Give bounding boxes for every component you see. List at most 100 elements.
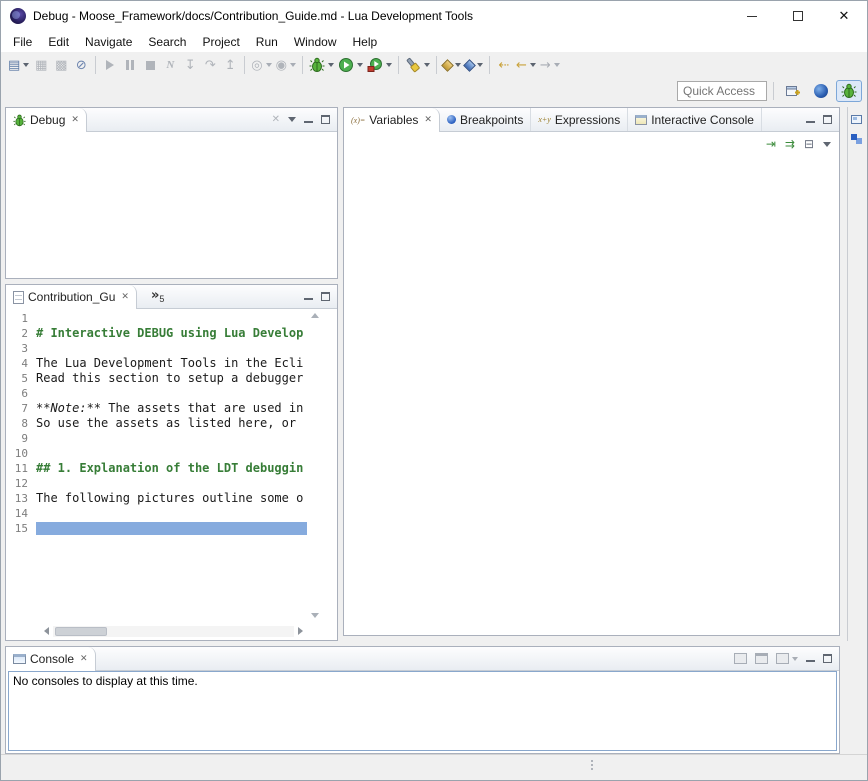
menu-navigate[interactable]: Navigate <box>77 33 140 51</box>
tab-variables[interactable]: (x)= Variables ✕ <box>344 108 440 132</box>
terminate-button[interactable] <box>140 54 160 76</box>
line-number[interactable]: 6 <box>6 387 36 400</box>
tab-close-icon[interactable]: ✕ <box>424 115 432 125</box>
step-into-button[interactable]: ↧ <box>180 54 200 76</box>
new-button[interactable]: ▤ <box>6 54 31 76</box>
hscroll-thumb[interactable] <box>55 627 107 636</box>
open-perspective-button[interactable] <box>780 80 806 102</box>
remove-terminated-icon[interactable]: ✕ <box>272 114 280 125</box>
run-button[interactable] <box>336 54 365 76</box>
tab-console[interactable]: Console ✕ <box>6 647 96 671</box>
line-number[interactable]: 14 <box>6 507 36 520</box>
line-number[interactable]: 8 <box>6 417 36 430</box>
pin-console-icon[interactable] <box>734 653 747 664</box>
lua-perspective-button[interactable] <box>808 80 834 102</box>
search-button[interactable] <box>403 54 432 76</box>
maximize-button[interactable] <box>775 1 821 31</box>
open-console-button[interactable] <box>776 653 798 664</box>
profile-button[interactable]: ◉ <box>274 54 298 76</box>
menu-edit[interactable]: Edit <box>40 33 77 51</box>
line-number[interactable]: 4 <box>6 357 36 370</box>
minimize-view-icon[interactable] <box>806 121 815 123</box>
step-return-button[interactable]: ↥ <box>220 54 240 76</box>
save-button[interactable]: ▦ <box>31 54 51 76</box>
scroll-left-button[interactable] <box>40 625 53 638</box>
scroll-down-arrow[interactable] <box>311 613 319 618</box>
minimize-button[interactable] <box>729 1 775 31</box>
maximize-view-icon[interactable] <box>321 292 330 301</box>
editor-vscrollbar[interactable] <box>308 313 321 618</box>
scroll-up-arrow[interactable] <box>311 313 319 318</box>
editor-text-area[interactable]: 1 2# Interactive DEBUG using Lua Develop… <box>6 311 307 622</box>
view-menu-icon[interactable] <box>823 142 831 147</box>
new-wizard-button[interactable] <box>441 54 463 76</box>
debug-view-content[interactable] <box>6 132 337 278</box>
maximize-view-icon[interactable] <box>823 654 832 663</box>
menu-help[interactable]: Help <box>345 33 386 51</box>
forward-button[interactable]: → <box>538 54 562 76</box>
scroll-right-button[interactable] <box>294 625 307 638</box>
line-number[interactable]: 7 <box>6 402 36 415</box>
step-over-button[interactable]: ↷ <box>200 54 220 76</box>
open-wizard-button[interactable] <box>463 54 485 76</box>
line-number[interactable]: 5 <box>6 372 36 385</box>
minimize-view-icon[interactable] <box>304 121 313 123</box>
line-number[interactable]: 3 <box>6 342 36 355</box>
file-icon <box>13 291 24 304</box>
line-number[interactable]: 1 <box>6 312 36 325</box>
last-edit-location-button[interactable]: ⇠ <box>494 54 514 76</box>
restore-view-button[interactable] <box>849 111 865 127</box>
suspend-button[interactable] <box>120 54 140 76</box>
menu-window[interactable]: Window <box>286 33 345 51</box>
maximize-view-icon[interactable] <box>321 115 330 124</box>
minimized-view-button[interactable] <box>849 131 865 147</box>
console-content[interactable]: No consoles to display at this time. <box>8 671 837 751</box>
tab-expressions[interactable]: x+y Expressions <box>531 108 628 131</box>
minimize-view-icon[interactable] <box>806 660 815 662</box>
disconnect-button[interactable]: N <box>160 54 180 76</box>
menu-run[interactable]: Run <box>248 33 286 51</box>
debug-perspective-button[interactable] <box>836 80 862 102</box>
tab-close-icon[interactable]: ✕ <box>121 292 129 302</box>
menu-search[interactable]: Search <box>140 33 194 51</box>
display-selected-console-icon[interactable] <box>755 653 768 664</box>
tab-interactive-console[interactable]: Interactive Console <box>628 108 762 131</box>
splitter-grip[interactable] <box>591 760 593 770</box>
view-menu-icon[interactable] <box>288 117 296 122</box>
quick-access-input[interactable] <box>677 81 767 101</box>
tab-contribution-guide[interactable]: Contribution_Gu ✕ <box>6 285 137 309</box>
external-tools-button[interactable] <box>365 54 394 76</box>
menu-file[interactable]: File <box>5 33 40 51</box>
line-number[interactable]: 10 <box>6 447 36 460</box>
skip-breakpoints-button[interactable]: ⊘ <box>71 54 91 76</box>
variables-view-content[interactable]: ⇥ ⇉ ⊟ <box>344 132 839 635</box>
show-logical-structure-icon[interactable]: ⇥ <box>766 137 776 151</box>
back-button[interactable]: ← <box>514 54 538 76</box>
editor-tab-overflow[interactable]: » 5 <box>151 285 164 308</box>
line-number[interactable]: 15 <box>6 522 36 535</box>
resume-button[interactable] <box>100 54 120 76</box>
tab-debug[interactable]: Debug ✕ <box>6 108 87 132</box>
show-columns-icon[interactable]: ⇉ <box>785 137 795 151</box>
line-number[interactable]: 13 <box>6 492 36 505</box>
lua-perspective-icon <box>814 84 828 98</box>
new-wizard-icon <box>441 59 454 72</box>
tab-close-icon[interactable]: ✕ <box>80 654 88 664</box>
tab-breakpoints[interactable]: Breakpoints <box>440 108 531 131</box>
hscroll-track[interactable] <box>53 626 294 637</box>
tab-close-icon[interactable]: ✕ <box>71 115 79 125</box>
menu-project[interactable]: Project <box>194 33 247 51</box>
line-number[interactable]: 12 <box>6 477 36 490</box>
line-number[interactable]: 9 <box>6 432 36 445</box>
maximize-view-icon[interactable] <box>823 115 832 124</box>
editor-hscrollbar[interactable] <box>40 624 307 638</box>
line-number[interactable]: 11 <box>6 462 36 475</box>
minimize-view-icon[interactable] <box>304 298 313 300</box>
debug-button[interactable] <box>307 54 336 76</box>
close-button[interactable]: ✕ <box>821 1 867 31</box>
code-segment: The assets that are used in <box>101 401 303 415</box>
coverage-button[interactable]: ◎ <box>249 54 273 76</box>
save-all-button[interactable]: ▩ <box>51 54 71 76</box>
collapse-all-icon[interactable]: ⊟ <box>804 137 814 151</box>
line-number[interactable]: 2 <box>6 327 36 340</box>
